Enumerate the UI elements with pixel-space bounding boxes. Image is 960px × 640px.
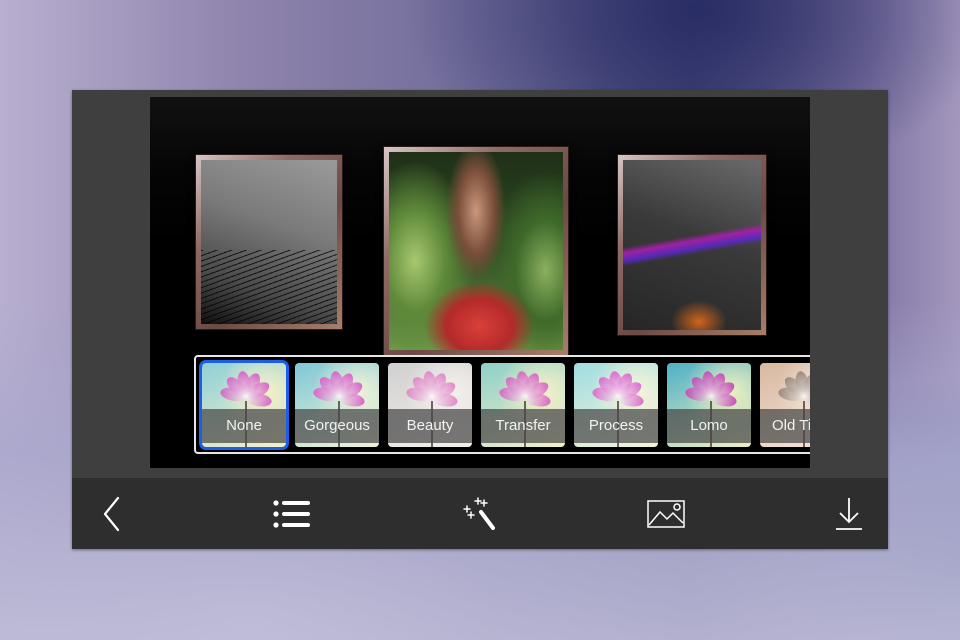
effects-button[interactable]	[459, 494, 499, 534]
filter-label: Old Time	[760, 409, 810, 443]
download-button[interactable]	[829, 494, 869, 534]
flower-petal	[523, 391, 552, 409]
filter-item-none[interactable]: None	[202, 363, 286, 447]
frame-photo-left	[201, 160, 337, 324]
filter-track: None Gorgeous Beauty Transfer Process Lo…	[202, 363, 810, 449]
magic-wand-icon	[463, 497, 495, 530]
flower-petal	[709, 391, 738, 409]
filter-item-lomo[interactable]: Lomo	[667, 363, 751, 447]
filter-item-process[interactable]: Process	[574, 363, 658, 447]
flower-petal	[337, 391, 366, 409]
filter-item-transfer[interactable]: Transfer	[481, 363, 565, 447]
filter-label: Transfer	[481, 409, 565, 443]
app-panel: None Gorgeous Beauty Transfer Process Lo…	[72, 90, 888, 549]
bottom-toolbar	[72, 478, 888, 549]
photo-frame-left[interactable]	[195, 154, 343, 330]
photo-canvas: None Gorgeous Beauty Transfer Process Lo…	[150, 97, 810, 468]
frame-photo-center	[389, 152, 563, 350]
list-button[interactable]	[272, 494, 312, 534]
frame-photo-right	[623, 160, 761, 330]
filter-strip[interactable]: None Gorgeous Beauty Transfer Process Lo…	[194, 355, 810, 454]
chevron-left-icon	[103, 496, 120, 532]
filter-item-beauty[interactable]: Beauty	[388, 363, 472, 447]
photo-frame-right[interactable]	[617, 154, 767, 336]
download-icon	[836, 498, 862, 530]
image-icon	[647, 500, 685, 528]
photo-frame-center[interactable]	[383, 146, 569, 356]
filter-label: Beauty	[388, 409, 472, 443]
flower-petal	[430, 391, 459, 409]
filter-item-gorgeous[interactable]: Gorgeous	[295, 363, 379, 447]
filter-label: None	[202, 409, 286, 443]
filter-label: Process	[574, 409, 658, 443]
list-icon	[273, 500, 310, 528]
filter-item-old-time[interactable]: Old Time	[760, 363, 810, 447]
image-button[interactable]	[646, 494, 686, 534]
back-button[interactable]	[92, 494, 132, 534]
filter-label: Gorgeous	[295, 409, 379, 443]
filter-label: Lomo	[667, 409, 751, 443]
flower-petal	[616, 391, 645, 409]
flower-petal	[244, 391, 273, 409]
